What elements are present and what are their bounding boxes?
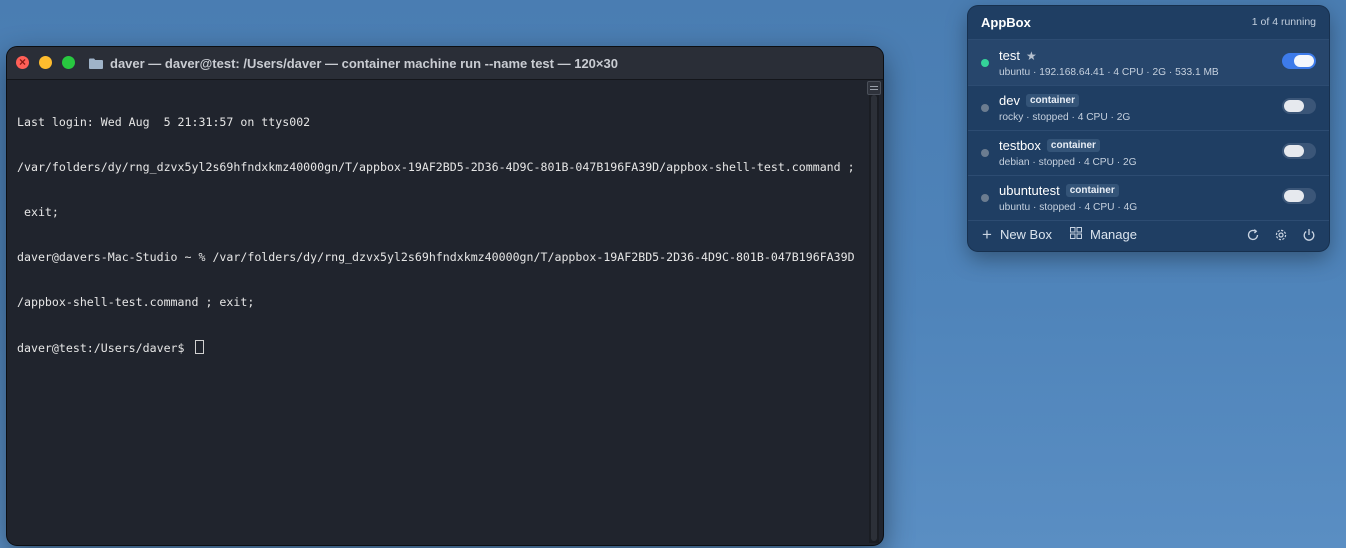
appbox-footer: + New Box Manage <box>968 219 1329 251</box>
terminal-line: /appbox-shell-test.command ; exit; <box>17 295 255 309</box>
running-count: 1 of 4 running <box>1251 16 1316 28</box>
close-window-button[interactable] <box>16 54 29 70</box>
box-details: ubuntu · 192.168.64.41 · 4 CPU · 2G · 53… <box>999 67 1219 78</box>
box-name: test <box>999 48 1020 63</box>
running-status-dot <box>981 59 989 67</box>
box-type-badge: container <box>1065 184 1119 197</box>
star-icon[interactable]: ★ <box>1026 49 1037 63</box>
split-pane-icon[interactable] <box>867 81 881 95</box>
toggle-knob <box>1294 55 1314 67</box>
box-power-toggle[interactable] <box>1282 53 1316 69</box>
desktop: daver — daver@test: /Users/daver — conta… <box>0 0 1346 548</box>
terminal-prompt-line[interactable]: daver@test:/Users/daver$ <box>17 340 865 356</box>
minimize-window-button[interactable] <box>39 56 52 69</box>
appbox-panel: AppBox 1 of 4 running test ★ ubuntu · 19… <box>968 6 1329 251</box>
terminal-prompt: daver@test:/Users/daver$ <box>17 341 192 355</box>
terminal-line: Last login: Wed Aug 5 21:31:57 on ttys00… <box>17 115 311 129</box>
box-name: dev <box>999 93 1020 108</box>
appbox-title: AppBox <box>981 15 1031 30</box>
stopped-status-dot <box>981 149 989 157</box>
box-power-toggle[interactable] <box>1282 98 1316 114</box>
toggle-knob <box>1284 145 1304 157</box>
box-details: debian · stopped · 4 CPU · 2G <box>999 157 1137 168</box>
folder-icon <box>89 58 103 69</box>
power-icon[interactable] <box>1302 228 1316 242</box>
gear-icon[interactable] <box>1274 228 1288 242</box>
terminal-cursor <box>194 340 204 354</box>
new-box-label: New Box <box>999 227 1052 242</box>
terminal-window[interactable]: daver — daver@test: /Users/daver — conta… <box>7 47 883 545</box>
terminal-scrollbar-thumb[interactable] <box>871 95 877 541</box>
toggle-knob <box>1284 100 1304 112</box>
terminal-output[interactable]: Last login: Wed Aug 5 21:31:57 on ttys00… <box>17 85 865 386</box>
toggle-knob <box>1284 190 1304 202</box>
box-name: testbox <box>999 138 1041 153</box>
terminal-line: exit; <box>17 205 59 219</box>
box-row-dev[interactable]: dev container rocky · stopped · 4 CPU · … <box>968 85 1329 131</box>
box-type-badge: container <box>1046 139 1100 152</box>
box-power-toggle[interactable] <box>1282 188 1316 204</box>
box-name: ubuntutest <box>999 183 1060 198</box>
new-box-button[interactable]: + New Box <box>982 224 1052 244</box>
terminal-line: /var/folders/dy/rng_dzvx5yl2s69hfndxkmz4… <box>17 160 855 174</box>
terminal-titlebar[interactable]: daver — daver@test: /Users/daver — conta… <box>7 47 883 80</box>
refresh-icon[interactable] <box>1246 228 1260 242</box>
zoom-window-button[interactable] <box>62 56 75 69</box>
box-power-toggle[interactable] <box>1282 143 1316 159</box>
box-type-badge: container <box>1025 94 1079 107</box>
box-row-test[interactable]: test ★ ubuntu · 192.168.64.41 · 4 CPU · … <box>968 40 1329 86</box>
stopped-status-dot <box>981 194 989 202</box>
box-details: rocky · stopped · 4 CPU · 2G <box>999 112 1131 123</box>
plus-icon: + <box>982 224 992 244</box>
stopped-status-dot <box>981 104 989 112</box>
manage-button[interactable]: Manage <box>1070 227 1137 242</box>
box-details: ubuntu · stopped · 4 CPU · 4G <box>999 202 1138 213</box>
manage-label: Manage <box>1090 227 1137 242</box>
box-row-testbox[interactable]: testbox container debian · stopped · 4 C… <box>968 130 1329 176</box>
box-row-ubuntutest[interactable]: ubuntutest container ubuntu · stopped · … <box>968 175 1329 221</box>
grid-icon <box>1070 227 1082 242</box>
terminal-title: daver — daver@test: /Users/daver — conta… <box>110 55 618 71</box>
appbox-header: AppBox 1 of 4 running <box>968 6 1329 40</box>
terminal-line: daver@davers-Mac-Studio ~ % /var/folders… <box>17 250 855 264</box>
